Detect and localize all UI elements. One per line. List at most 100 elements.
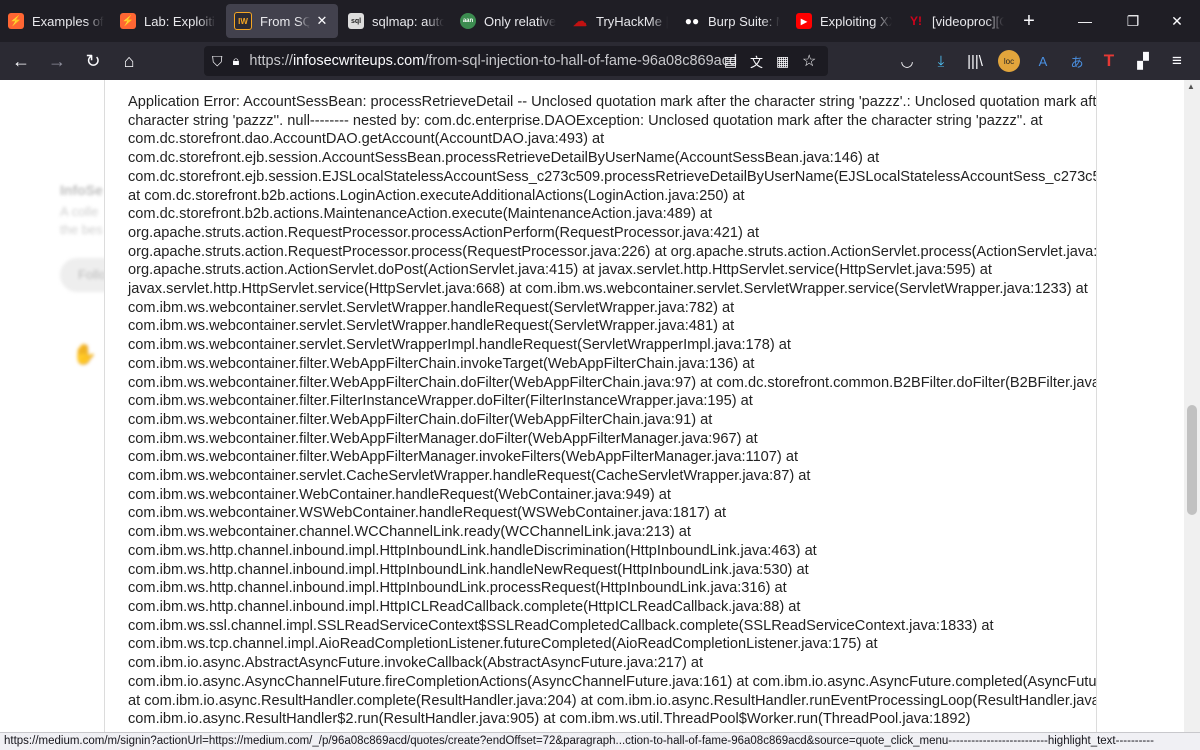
error-line: Application Error: AccountSessBean: proc…: [128, 94, 1097, 110]
library-icon[interactable]: |||\: [964, 50, 986, 72]
pocket-icon[interactable]: ◡: [896, 50, 918, 72]
tab-label: From SQL I: [260, 13, 310, 29]
error-line: org.apache.struts.action.RequestProcesso…: [128, 243, 1097, 260]
clap-icon[interactable]: ✋: [72, 342, 97, 367]
tab-8[interactable]: Y! [videoproc][O: [900, 0, 1012, 42]
address-bar[interactable]: ⛉ 🔒︎ https://infosecwriteups.com/from-sq…: [204, 46, 828, 76]
url-path: /from-sql-injection-to-hall-of-fame-96a0…: [424, 53, 738, 69]
home-button[interactable]: ⌂: [112, 46, 146, 76]
yahoo-icon: Y!: [910, 14, 922, 28]
error-line: com.dc.storefront.b2b.actions.Maintenanc…: [128, 206, 713, 223]
error-line: com.ibm.ws.webcontainer.servlet.ServletW…: [128, 337, 791, 354]
error-line: com.ibm.ws.webcontainer.filter.WebAppFil…: [128, 449, 798, 466]
tab-label: Examples of b: [32, 13, 104, 29]
error-line: javax.servlet.http.HttpServlet.service(H…: [128, 281, 1088, 298]
error-line: org.apache.struts.action.RequestProcesso…: [128, 224, 760, 241]
error-line: at com.ibm.io.async.ResultHandler.comple…: [128, 692, 1097, 709]
reload-button[interactable]: ↻: [76, 46, 110, 76]
error-line: com.ibm.ws.webcontainer.channel.WCChanne…: [128, 524, 691, 541]
tab-1[interactable]: ⚡ Lab: Exploitin: [112, 0, 224, 42]
close-tab-icon[interactable]: ✕: [314, 13, 330, 29]
youtube-icon: ▶: [796, 13, 812, 29]
tab-4[interactable]: aan Only relative: [452, 0, 564, 42]
error-line: at com.dc.storefront.b2b.actions.LoginAc…: [128, 187, 745, 204]
error-line: com.ibm.ws.webcontainer.WSWebContainer.h…: [128, 505, 727, 522]
tab-label: Only relative: [484, 13, 556, 29]
tab-3[interactable]: sql sqlmap: auto: [340, 0, 452, 42]
page-scrollbar[interactable]: ▲: [1184, 80, 1200, 732]
navigation-toolbar: ← → ↻ ⌂ ⛉ 🔒︎ https://infosecwriteups.com…: [0, 42, 1200, 80]
url-host: infosecwriteups.com: [292, 53, 425, 69]
shield-icon[interactable]: ⛉: [212, 53, 223, 70]
tab-5[interactable]: ☁ TryHackMe | H: [564, 0, 676, 42]
error-line: com.ibm.ws.webcontainer.servlet.ServletW…: [128, 299, 735, 316]
error-line: com.ibm.ws.http.channel.inbound.impl.Htt…: [128, 598, 801, 615]
bookmark-star-icon[interactable]: ☆: [802, 51, 816, 71]
tab-label: Burp Suite: M: [708, 13, 780, 29]
sqlmap-icon: sql: [348, 13, 364, 29]
error-line: com.ibm.ws.webcontainer.WebContainer.han…: [128, 486, 671, 503]
t-extension-icon[interactable]: T: [1098, 50, 1120, 72]
tab-2-active[interactable]: IW From SQL I ✕: [226, 4, 338, 38]
right-margin: [1097, 80, 1184, 732]
publication-desc-1: A colle: [60, 204, 99, 219]
local-extension-icon[interactable]: loc: [998, 50, 1020, 72]
error-line: com.ibm.ws.webcontainer.servlet.ServletW…: [128, 318, 735, 335]
tab-strip: ⚡ Examples of b ⚡ Lab: Exploitin IW From…: [0, 0, 1200, 42]
tab-label: Lab: Exploitin: [144, 13, 216, 29]
tab-label: [videoproc][O: [932, 13, 1004, 29]
tab-label: sqlmap: auto: [372, 13, 444, 29]
error-line: com.ibm.ws.http.channel.inbound.impl.Htt…: [128, 580, 787, 597]
menu-icon[interactable]: ≡: [1166, 50, 1188, 72]
tab-0[interactable]: ⚡ Examples of b: [0, 0, 112, 42]
scroll-up-arrow-icon[interactable]: ▲: [1187, 82, 1195, 91]
error-message-panel: Application Error: AccountSessBean: proc…: [104, 80, 1097, 732]
scroll-thumb[interactable]: [1187, 405, 1197, 515]
tryhackme-icon: ☁: [573, 12, 587, 29]
lock-icon[interactable]: 🔒︎: [233, 53, 240, 69]
error-line: com.dc.storefront.ejb.session.AccountSes…: [128, 150, 880, 167]
forward-button[interactable]: →: [40, 46, 74, 76]
new-tab-button[interactable]: +: [1012, 0, 1046, 42]
aan-icon: aan: [460, 13, 476, 29]
url-text[interactable]: https://infosecwriteups.com/from-sql-inj…: [249, 53, 737, 69]
infosec-writeups-icon: IW: [234, 12, 252, 30]
url-prefix: https://: [249, 53, 293, 69]
publication-title: InfoSe: [60, 182, 103, 198]
translate-page-icon[interactable]: 文: [750, 52, 763, 71]
error-line: com.ibm.ws.webcontainer.filter.FilterIns…: [128, 393, 753, 410]
error-line: com.ibm.io.async.AbstractAsyncFuture.inv…: [128, 655, 704, 672]
back-button[interactable]: ←: [4, 46, 38, 76]
error-line: com.ibm.io.async.ResultHandler$2.run(Res…: [128, 711, 971, 728]
link-status-bar: https://medium.com/m/signin?actionUrl=ht…: [0, 732, 1200, 750]
portswigger-icon: ⚡: [120, 13, 136, 29]
close-window-button[interactable]: ✕: [1154, 0, 1200, 42]
error-stacktrace: Application Error: AccountSessBean: proc…: [128, 93, 1097, 729]
translate-alt-icon[interactable]: あ: [1066, 50, 1088, 72]
error-line: com.ibm.ws.http.channel.inbound.impl.Htt…: [128, 542, 817, 559]
error-line: com.ibm.ws.webcontainer.filter.WebAppFil…: [128, 411, 713, 428]
tab-7[interactable]: ▶ Exploiting XX: [788, 0, 900, 42]
reader-view-icon[interactable]: ▤: [724, 53, 737, 70]
error-line: character string 'pazzz''. null-------- …: [128, 112, 1043, 129]
error-line: com.ibm.ws.webcontainer.filter.WebAppFil…: [128, 374, 1097, 391]
translate-icon[interactable]: A: [1032, 50, 1054, 72]
download-icon[interactable]: ⤓: [930, 50, 952, 72]
publication-desc-2: the bes: [60, 222, 103, 237]
restore-button[interactable]: ❐: [1110, 0, 1156, 42]
error-line: com.ibm.io.async.AsyncChannelFuture.fire…: [128, 673, 1097, 690]
error-line: com.ibm.ws.http.channel.inbound.impl.Htt…: [128, 561, 809, 578]
minimize-button[interactable]: —: [1062, 0, 1108, 42]
portswigger-icon: ⚡: [8, 13, 24, 29]
page-content: InfoSe A colle the bes Follo ✋ Applicati…: [0, 80, 1184, 732]
blurred-sidebar: InfoSe A colle the bes Follo ✋: [0, 80, 120, 732]
error-line: com.ibm.ws.webcontainer.servlet.CacheSer…: [128, 468, 811, 485]
extensions-icon[interactable]: ▞: [1132, 50, 1154, 72]
tab-label: Exploiting XX: [820, 13, 892, 29]
tab-label: TryHackMe | H: [596, 13, 668, 29]
error-line: com.dc.storefront.dao.AccountDAO.getAcco…: [128, 131, 605, 148]
error-line: com.ibm.ws.webcontainer.filter.WebAppFil…: [128, 355, 755, 372]
error-line: com.ibm.ws.webcontainer.filter.WebAppFil…: [128, 430, 758, 447]
tab-6[interactable]: ●● Burp Suite: M: [676, 0, 788, 42]
qr-code-icon[interactable]: ▦: [776, 53, 789, 70]
